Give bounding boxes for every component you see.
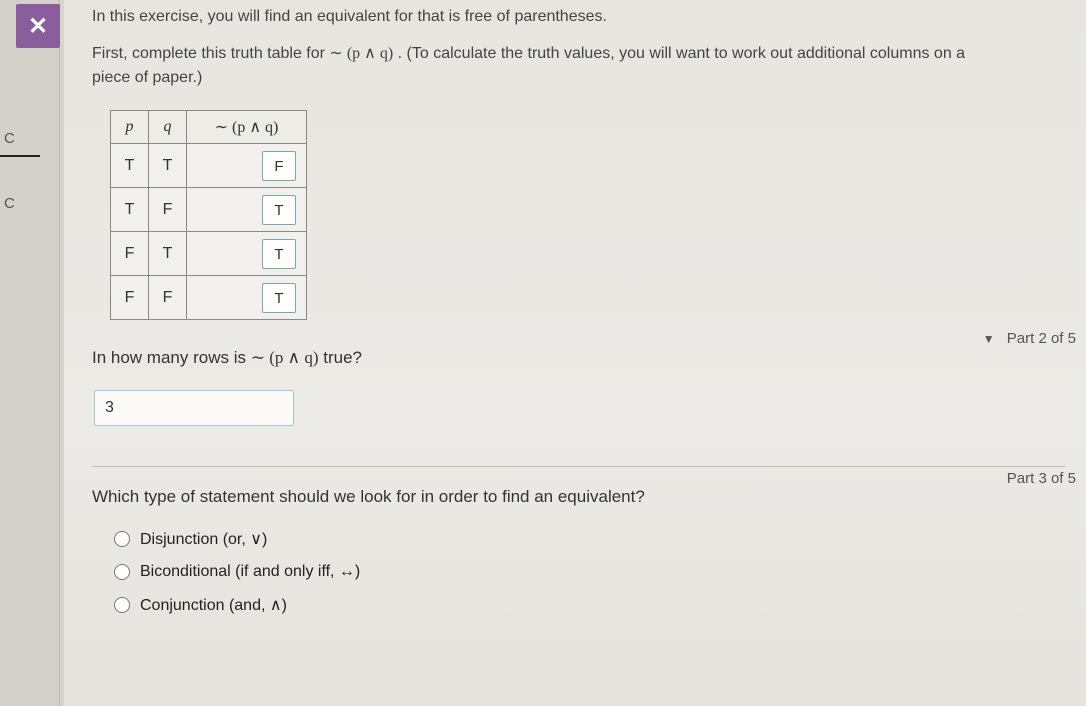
col-q: q (149, 111, 187, 144)
chevron-down-icon: ▼ (983, 332, 995, 346)
col-expr: ∼ (p ∧ q) (187, 111, 307, 144)
q2-expr: ∼ (p ∧ q) (251, 348, 319, 367)
option-label: Disjunction (or, ∨) (140, 529, 267, 549)
cell-p: T (111, 188, 149, 232)
table-row: T F T (111, 188, 307, 232)
cell-p: F (111, 276, 149, 320)
hdr-expr: ∼ (p ∧ q) (215, 119, 279, 136)
cell-q: T (149, 144, 187, 188)
q2-b: true? (323, 348, 362, 367)
result-box[interactable]: T (262, 283, 296, 313)
result-box[interactable]: T (262, 239, 296, 269)
table-row: F T T (111, 232, 307, 276)
options-group: Disjunction (or, ∨) Biconditional (if an… (114, 529, 1066, 615)
hdr-q: q (164, 118, 172, 135)
sidebar: C C (0, 0, 60, 706)
cell-result: T (187, 276, 307, 320)
part-3-text: Part 3 of 5 (1007, 470, 1076, 487)
instruction-text: First, complete this truth table for ∼ (… (92, 42, 1066, 90)
side-label-1: C (0, 130, 15, 147)
intro-text: In this exercise, you will find an equiv… (92, 6, 1066, 28)
part-2-text: Part 2 of 5 (1007, 330, 1076, 347)
side-label-2: C (0, 195, 15, 212)
radio-conjunction[interactable] (114, 597, 130, 613)
cell-q: F (149, 276, 187, 320)
radio-biconditional[interactable] (114, 564, 130, 580)
instr-expr: ∼ (p ∧ q) (329, 45, 393, 62)
truth-table: p q ∼ (p ∧ q) T T F T F T F T T F F T (110, 110, 307, 320)
cell-p: F (111, 232, 149, 276)
table-header-row: p q ∼ (p ∧ q) (111, 111, 307, 144)
table-row: F F T (111, 276, 307, 320)
side-underline (0, 155, 40, 157)
cell-q: T (149, 232, 187, 276)
close-button[interactable]: ✕ (16, 4, 60, 48)
part-3-label[interactable]: Part 3 of 5 (1007, 470, 1076, 487)
option-conjunction[interactable]: Conjunction (and, ∧) (114, 595, 1066, 615)
q2-a: In how many rows is (92, 348, 251, 367)
cell-result: T (187, 188, 307, 232)
cell-q: F (149, 188, 187, 232)
hdr-p: p (126, 118, 134, 135)
option-label: Conjunction (and, ∧) (140, 595, 287, 615)
part-2-label[interactable]: ▼ Part 2 of 5 (983, 330, 1076, 347)
table-row: T T F (111, 144, 307, 188)
col-p: p (111, 111, 149, 144)
option-biconditional[interactable]: Biconditional (if and only iff, ↔) (114, 563, 1066, 581)
question-2: In how many rows is ∼ (p ∧ q) true? (92, 348, 1066, 368)
instr-a: First, complete this truth table for (92, 45, 329, 62)
option-disjunction[interactable]: Disjunction (or, ∨) (114, 529, 1066, 549)
cell-result: F (187, 144, 307, 188)
separator (92, 466, 1066, 467)
question-3: Which type of statement should we look f… (92, 487, 1066, 507)
result-box[interactable]: T (262, 195, 296, 225)
option-label: Biconditional (if and only iff, ↔) (140, 563, 360, 581)
answer-input[interactable] (94, 390, 294, 426)
result-box[interactable]: F (262, 151, 296, 181)
cell-result: T (187, 232, 307, 276)
radio-disjunction[interactable] (114, 531, 130, 547)
main-content: In this exercise, you will find an equiv… (64, 0, 1086, 706)
close-icon: ✕ (28, 12, 48, 41)
cell-p: T (111, 144, 149, 188)
